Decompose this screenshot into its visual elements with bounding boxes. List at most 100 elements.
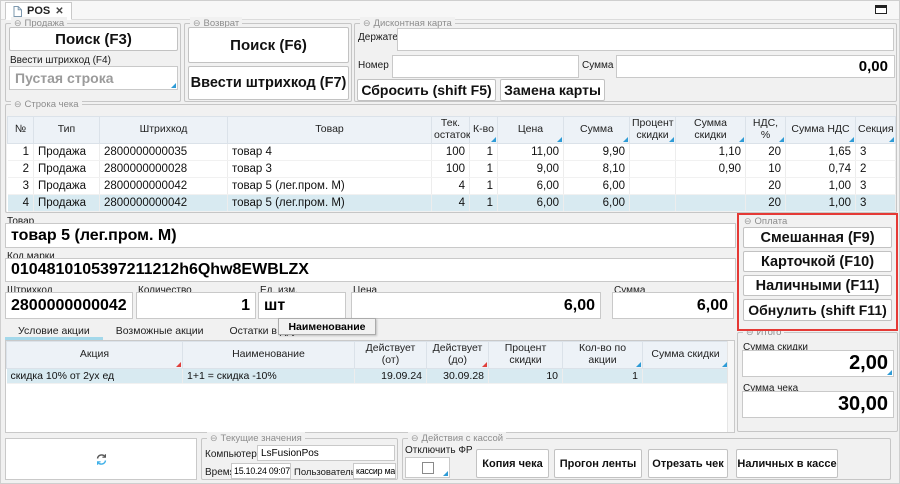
mixed-payment-button[interactable]: Смешанная (F9)	[743, 227, 892, 248]
table-cell: 8,10	[564, 160, 630, 177]
search-f3-button[interactable]: Поиск (F3)	[9, 27, 178, 51]
collapse-icon[interactable]: ⊖	[210, 432, 218, 445]
table-row[interactable]: скидка 10% от 2ух ед1+1 = скидка -10%19.…	[7, 368, 729, 383]
barcode-input[interactable]	[10, 67, 177, 89]
column-header[interactable]: Действует (до)	[427, 342, 489, 369]
promo-scrollbar[interactable]	[727, 341, 734, 432]
cash-in-drawer-button[interactable]: Наличных в кассе	[736, 449, 838, 478]
table-row[interactable]: 4Продажа2800000000042товар 5 (лег.пром. …	[8, 194, 896, 211]
tab-pos-label: POS	[27, 5, 50, 17]
table-row[interactable]: 3Продажа2800000000042товар 5 (лег.пром. …	[8, 177, 896, 194]
barcode-field[interactable]: 2800000000042	[5, 292, 133, 319]
column-header[interactable]: Процент скидки	[489, 342, 563, 369]
sum-field[interactable]: 6,00	[612, 292, 734, 319]
column-header[interactable]: К-во	[470, 117, 498, 144]
table-row[interactable]: 1Продажа2800000000035товар 4100111,009,9…	[8, 143, 896, 160]
table-cell: 11,00	[498, 143, 564, 160]
column-header[interactable]: НДС, %	[746, 117, 786, 144]
collapse-icon[interactable]: ⊖	[411, 432, 419, 445]
computer-label: Компьютер	[205, 449, 257, 460]
reset-card-button[interactable]: Сбросить (shift F5)	[357, 79, 496, 101]
refresh-icon[interactable]	[95, 453, 108, 466]
column-header[interactable]: Наименование	[183, 342, 355, 369]
product-name-field[interactable]: товар 5 (лег.пром. М)	[5, 223, 736, 248]
group-payment-label: ⊖Оплата	[744, 216, 787, 227]
table-row[interactable]: 2Продажа2800000000028товар 310019,008,10…	[8, 160, 896, 177]
search-f6-button[interactable]: Поиск (F6)	[188, 27, 349, 63]
refresh-panel[interactable]	[5, 438, 197, 480]
column-header[interactable]: Кол-во по акции	[563, 342, 643, 369]
computer-field[interactable]: LsFusionPos	[257, 445, 395, 461]
table-cell: 2800000000035	[100, 143, 228, 160]
table-cell	[676, 177, 746, 194]
promo-table: Акция Наименование Действует (от) Действ…	[6, 341, 729, 384]
column-header[interactable]: Тип	[34, 117, 100, 144]
table-cell: 19.09.24	[355, 368, 427, 383]
table-cell	[630, 194, 676, 211]
table-cell: 20	[746, 177, 786, 194]
collapse-icon[interactable]: ⊖	[14, 98, 22, 111]
restore-window-icon[interactable]	[875, 5, 887, 14]
table-cell: Продажа	[34, 177, 100, 194]
column-header[interactable]: №	[8, 117, 34, 144]
column-header[interactable]: Процент скидки	[630, 117, 676, 144]
table-cell: 4	[432, 177, 470, 194]
replace-card-button[interactable]: Замена карты	[500, 79, 605, 101]
feed-tape-button[interactable]: Прогон ленты	[554, 449, 642, 478]
close-tab-icon[interactable]: ✕	[55, 6, 63, 17]
table-cell: 1	[470, 143, 498, 160]
column-header[interactable]: Тек. остаток	[432, 117, 470, 144]
table-cell: товар 5 (лег.пром. М)	[228, 194, 432, 211]
column-header[interactable]: Сумма	[564, 117, 630, 144]
column-header[interactable]: Сумма скидки	[676, 117, 746, 144]
table-cell: товар 4	[228, 143, 432, 160]
holder-input[interactable]	[397, 28, 894, 51]
number-input[interactable]	[392, 55, 579, 78]
column-header[interactable]: Штрихкод	[100, 117, 228, 144]
barcode-f7-button[interactable]: Ввести штрихкод (F7)	[188, 66, 349, 100]
column-header[interactable]: Товар	[228, 117, 432, 144]
table-cell: 20	[746, 194, 786, 211]
table-cell	[630, 160, 676, 177]
table-cell: 2800000000028	[100, 160, 228, 177]
table-cell	[676, 194, 746, 211]
card-payment-button[interactable]: Карточкой (F10)	[743, 251, 892, 272]
unit-field[interactable]: шт	[258, 292, 346, 319]
price-field[interactable]: 6,00	[351, 292, 601, 319]
tab-promo-conditions[interactable]: Условие акции	[5, 324, 103, 340]
disable-fr-checkbox[interactable]	[422, 462, 434, 474]
cut-receipt-button[interactable]: Отрезать чек	[648, 449, 728, 478]
discount-sum-field[interactable]: 2,00	[742, 350, 894, 377]
receipt-sum-field[interactable]: 30,00	[742, 391, 894, 418]
time-field[interactable]: 15.10.24 09:07	[231, 463, 291, 479]
column-header[interactable]: Секция	[856, 117, 896, 144]
card-sum-field[interactable]: 0,00	[616, 55, 895, 78]
column-header[interactable]: Сумма НДС	[786, 117, 856, 144]
column-header[interactable]: Действует (от)	[355, 342, 427, 369]
cash-payment-button[interactable]: Наличными (F11)	[743, 275, 892, 296]
table-cell: Продажа	[34, 143, 100, 160]
copy-receipt-button[interactable]: Копия чека	[476, 449, 549, 478]
table-cell: 20	[746, 143, 786, 160]
table-cell: 1,00	[786, 194, 856, 211]
column-header[interactable]: Цена	[498, 117, 564, 144]
receipt-table: № Тип Штрихкод Товар Тек. остаток К-во Ц…	[7, 116, 896, 212]
table-cell: 6,00	[498, 177, 564, 194]
column-header[interactable]: Акция	[7, 342, 183, 369]
table-cell: 2800000000042	[100, 194, 228, 211]
collapse-icon[interactable]: ⊖	[363, 17, 371, 30]
tab-possible-promos[interactable]: Возможные акции	[103, 324, 217, 340]
group-receipt-lines-label: ⊖Строка чека	[11, 98, 82, 111]
barcode-input-wrap	[9, 66, 178, 90]
user-field[interactable]: кассир маг 1	[353, 463, 396, 479]
group-cash-actions-label: ⊖Действия с кассой	[408, 432, 506, 445]
collapse-icon[interactable]: ⊖	[744, 216, 752, 227]
table-cell: 0,74	[786, 160, 856, 177]
mark-code-field[interactable]: 0104810105397211212h6Qhw8EWBLZX	[5, 258, 736, 282]
barcode-f4-label: Ввести штрихкод (F4)	[10, 55, 111, 66]
clear-payment-button[interactable]: Обнулить (shift F11)	[743, 299, 892, 321]
user-label: Пользователь	[294, 467, 356, 478]
quantity-field[interactable]: 1	[136, 292, 256, 319]
table-cell: 10	[489, 368, 563, 383]
column-header[interactable]: Сумма скидки	[643, 342, 729, 369]
